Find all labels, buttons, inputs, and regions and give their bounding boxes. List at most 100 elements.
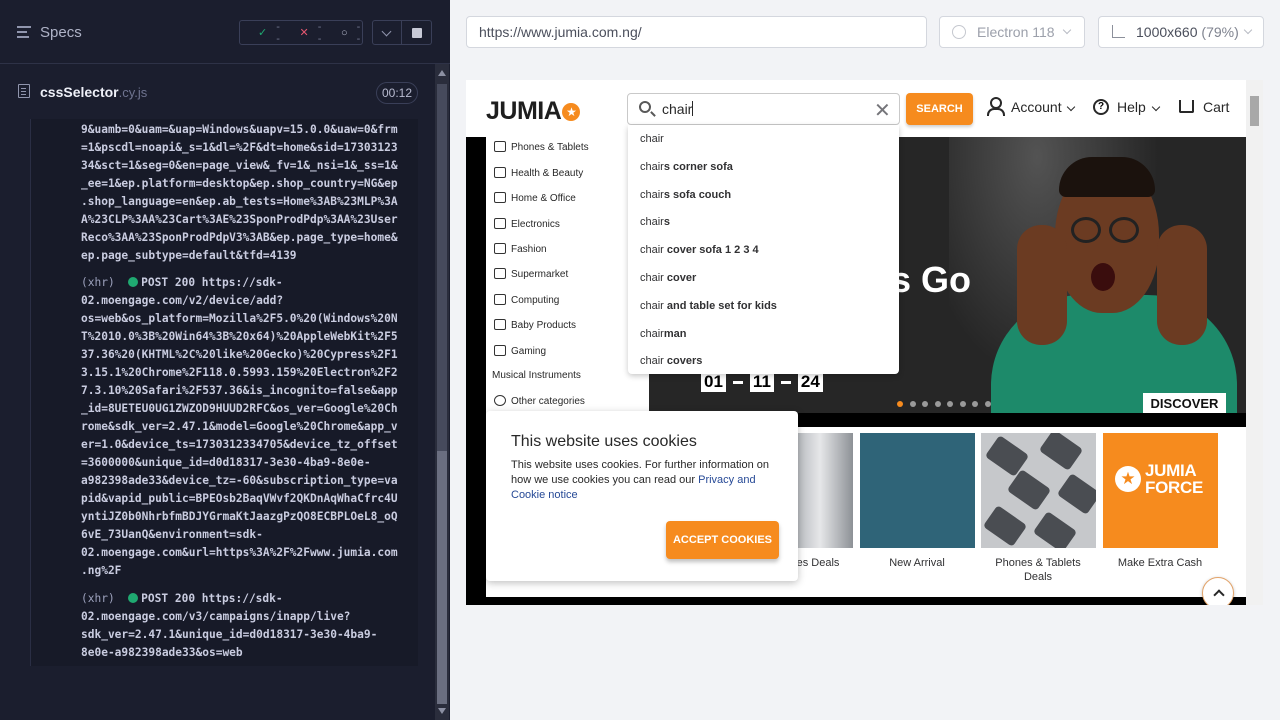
url-bar[interactable]: https://www.jumia.com.ng/ (466, 16, 927, 48)
suggestion-prefix: chair (640, 272, 664, 284)
log-scrollbar-thumb[interactable] (437, 451, 447, 704)
tile-label[interactable]: Make Extra Cash (1095, 556, 1225, 570)
suggestion-item[interactable]: chair covers (640, 355, 702, 367)
spec-header[interactable]: cssSelector.cy.js 00:12 (0, 64, 432, 119)
category-label: Computing (511, 295, 560, 306)
category-item[interactable]: Phones & Tablets (494, 141, 589, 161)
tile-label[interactable]: Phones & Tablets Deals (973, 556, 1103, 584)
suggestion-prefix: chair (640, 160, 664, 173)
failed-count: -- (317, 20, 322, 45)
carousel-dot[interactable] (947, 401, 953, 407)
browser-selector[interactable]: Electron 118 (939, 16, 1085, 48)
viewport-selector[interactable]: 1000x660 (79%) (1098, 16, 1264, 48)
log-entry[interactable]: (xhr) POST 200 https://sdk- (81, 274, 415, 292)
search-value: chair (662, 101, 693, 117)
tile-label[interactable]: New Arrival (852, 556, 982, 570)
page-scrollbar[interactable] (1246, 80, 1263, 605)
browser-name: Electron 118 (977, 24, 1055, 40)
command-log[interactable]: 9&uamb=0&uam=&uap=Windows&uapv=15.0.0&ua… (30, 119, 418, 666)
suggestion-completion: cover (663, 272, 697, 284)
user-icon[interactable] (987, 97, 1005, 116)
category-item[interactable]: Home & Office (494, 192, 576, 212)
banner-title: s Go (891, 259, 972, 300)
log-entry[interactable]: (xhr) POST 200 https://sdk- (81, 590, 415, 608)
stop-button[interactable] (402, 20, 432, 45)
suggestion-item[interactable]: chairs (640, 216, 670, 228)
log-entry-text: 9&uamb=0&uam=&uap=Windows&uapv=15.0.0&ua… (81, 123, 398, 262)
carousel-dot[interactable] (897, 401, 903, 407)
suggestion-completion: man (663, 327, 687, 340)
help-icon[interactable]: ? (1093, 99, 1109, 115)
apple-icon (494, 268, 506, 279)
close-icon[interactable]: ✕ (874, 98, 891, 123)
tile-image[interactable] (798, 433, 853, 548)
specs-label[interactable]: Specs (40, 24, 82, 41)
status-dot-icon (128, 277, 139, 287)
star-icon: ★ (562, 103, 581, 121)
test-stats: ✓ -- ✕ -- ○ -- (239, 20, 363, 45)
suggestion-item[interactable]: chair cover (640, 272, 696, 284)
tile-image[interactable] (860, 433, 975, 548)
category-label: Home & Office (511, 193, 576, 204)
help-menu[interactable]: Help (1117, 99, 1161, 115)
category-item[interactable]: Baby Products (494, 319, 576, 339)
scroll-up-icon[interactable] (438, 70, 446, 76)
suggestion-item[interactable]: chairs corner sofa (640, 161, 733, 173)
carousel-dot[interactable] (959, 401, 966, 407)
log-entry-text: 02.moengage.com/v3/campaigns/inapp/live?… (81, 610, 378, 659)
discover-button[interactable]: DISCOVER (1143, 393, 1226, 413)
carousel-dot[interactable] (909, 401, 916, 407)
home-icon (494, 192, 506, 203)
accept-cookies-button[interactable]: ACCEPT COOKIES (666, 521, 779, 559)
scroll-down-icon[interactable] (438, 708, 446, 714)
cross-icon: ✕ (299, 27, 309, 39)
chevron-down-icon[interactable] (372, 20, 402, 45)
category-item[interactable]: Gaming (494, 345, 546, 365)
site-logo[interactable]: JUMIA ★ (486, 97, 581, 126)
check-icon: ✓ (258, 27, 268, 39)
category-item[interactable]: Supermarket (494, 268, 568, 288)
suggestion-item[interactable]: chair (640, 133, 664, 145)
search-suggestions: chair chairs corner sofa chairs sofa couch… (628, 125, 899, 374)
page-scrollbar-thumb[interactable] (1250, 96, 1259, 126)
search-input[interactable]: chair ✕ (627, 93, 900, 125)
cart-link[interactable]: Cart (1203, 99, 1229, 115)
pending-count: -- (356, 20, 361, 45)
suggestion-item[interactable]: chair cover sofa 1 2 3 4 (640, 244, 759, 256)
cart-icon[interactable] (1179, 100, 1194, 113)
carousel-dot[interactable] (972, 401, 978, 407)
failed-stat: ✕ -- (290, 21, 322, 45)
category-label: Other categories (511, 396, 585, 407)
suggestion-item[interactable]: chairs sofa couch (640, 189, 731, 201)
chevron-down-icon (1243, 25, 1253, 35)
category-item[interactable]: Computing (494, 294, 559, 314)
account-menu[interactable]: Account (1011, 99, 1076, 115)
carousel-dots[interactable] (897, 401, 997, 407)
countdown-hours: 01 (701, 372, 726, 392)
search-button[interactable]: SEARCH (906, 93, 973, 125)
browser-area: https://www.jumia.com.ng/ Electron 118 1… (450, 0, 1280, 720)
more-icon (494, 395, 506, 406)
cookie-dialog: This website uses cookies This website u… (486, 411, 798, 581)
suggestion-completion: cover sofa 1 2 3 4 (663, 244, 759, 257)
chevron-up-icon[interactable] (1202, 577, 1234, 605)
suggestion-prefix: chair (640, 216, 664, 229)
category-item[interactable]: Electronics (494, 218, 560, 238)
suggestion-item[interactable]: chairman (640, 328, 686, 340)
category-item[interactable]: Musical Instruments (492, 370, 581, 390)
search-icon (639, 101, 651, 113)
shirt-icon (494, 243, 506, 254)
tile-image[interactable] (981, 433, 1096, 548)
carousel-dot[interactable] (984, 401, 991, 407)
tile-image[interactable]: ★ JUMIA FORCE (1103, 433, 1218, 548)
category-item[interactable]: Health & Beauty (494, 167, 583, 187)
specs-list-icon[interactable] (17, 26, 31, 38)
carousel-dot[interactable] (922, 401, 928, 407)
suggestion-completion: s sofa couch (663, 188, 732, 201)
suggestion-prefix: chair (640, 188, 664, 201)
carousel-dot[interactable] (934, 401, 941, 407)
log-scrollbar-track (437, 84, 447, 451)
countdown-seconds: 24 (797, 372, 823, 392)
suggestion-item[interactable]: chair and table set for kids (640, 300, 777, 312)
category-item[interactable]: Fashion (494, 243, 547, 263)
